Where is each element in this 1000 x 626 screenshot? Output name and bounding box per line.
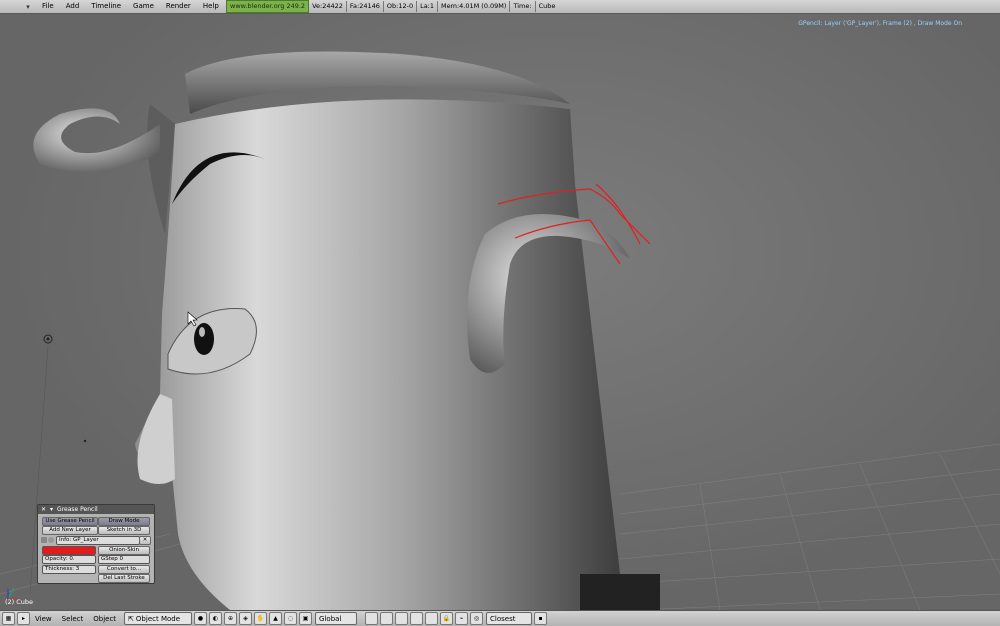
memory-usage: Mem:4.01M (0.09M) xyxy=(438,1,511,12)
lock-icon[interactable] xyxy=(41,537,47,543)
lamp-count: La:1 xyxy=(417,1,439,12)
window-type-icon[interactable]: ▾ xyxy=(22,0,34,13)
pivot-center-icon[interactable]: ◈ xyxy=(239,612,253,625)
shading-icon[interactable]: ◐ xyxy=(209,612,223,625)
info-strip: www.blender.org 249.2 Ve:24422 Fa:24146 … xyxy=(226,0,558,13)
menu-view[interactable]: View xyxy=(30,615,57,623)
layer-buttons xyxy=(363,612,439,625)
del-last-stroke-button[interactable]: Del Last Stroke xyxy=(98,574,150,583)
left-horn xyxy=(33,108,161,172)
mode-selector[interactable]: ⇱ Object Mode xyxy=(124,612,193,625)
3d-view-header: ▦ ▸ View Select Object ⇱ Object Mode ● ◐… xyxy=(0,610,1000,626)
object-count: Ob:12-0 xyxy=(384,1,418,12)
grease-pencil-status: GPencil: Layer ('GP_Layer'), Frame (2) ,… xyxy=(798,20,962,27)
onion-skin-toggle[interactable]: Onion-Skin xyxy=(98,546,150,555)
snap-mode-selector[interactable]: Closest xyxy=(486,612,533,625)
menu-game[interactable]: Game xyxy=(127,0,160,13)
object-mode-icon: ⇱ xyxy=(128,614,134,623)
scale-icon[interactable]: ▣ xyxy=(299,612,313,625)
layer-3-button[interactable] xyxy=(395,612,409,625)
menu-render[interactable]: Render xyxy=(160,0,197,13)
eye-pupil xyxy=(194,323,214,355)
sketch-in-3d-toggle[interactable]: Sketch in 3D xyxy=(98,526,150,535)
time-label: Time: xyxy=(510,1,536,12)
layer-info-field[interactable]: Info: GP_Layer xyxy=(56,536,140,545)
render-preview-icon[interactable]: ▪ xyxy=(534,612,548,625)
proportional-edit-icon[interactable]: ◎ xyxy=(470,612,484,625)
rotate-icon[interactable]: ◌ xyxy=(284,612,298,625)
translate-icon[interactable]: ▲ xyxy=(269,612,283,625)
orientation-value: Global xyxy=(319,614,342,623)
opacity-slider[interactable]: Opacity: 0. xyxy=(42,555,96,564)
draw-type-icon[interactable]: ● xyxy=(194,612,208,625)
layer-5-button[interactable] xyxy=(425,612,439,625)
close-icon[interactable]: ✕ xyxy=(41,505,46,514)
top-menu-bar: ▾ File Add Timeline Game Render Help www… xyxy=(0,0,1000,14)
3d-viewport[interactable]: GPencil: Layer ('GP_Layer'), Frame (2) ,… xyxy=(0,14,1000,610)
snap-mode-value: Closest xyxy=(490,614,516,623)
layer-1-button[interactable] xyxy=(365,612,379,625)
orientation-selector[interactable]: Global xyxy=(315,612,358,625)
blender-url[interactable]: www.blender.org 249.2 xyxy=(226,0,310,13)
manipulator-toggle-icon[interactable]: ✋ xyxy=(254,612,268,625)
active-object-label: (2) Cube xyxy=(5,598,34,606)
delete-layer-icon[interactable]: ✕ xyxy=(139,536,151,545)
menu-object[interactable]: Object xyxy=(88,615,121,623)
collapse-icon[interactable]: ▾ xyxy=(50,505,53,514)
nose xyxy=(137,394,175,484)
lock-layers-icon[interactable]: 🔒 xyxy=(440,612,454,625)
add-new-layer-button[interactable]: Add New Layer xyxy=(42,526,98,535)
face-count: Fa:24146 xyxy=(347,1,384,12)
active-object-name: Cube xyxy=(538,2,556,10)
character-base xyxy=(580,574,660,610)
layer-4-button[interactable] xyxy=(410,612,424,625)
mode-value: Object Mode xyxy=(135,614,181,623)
eye-icon[interactable] xyxy=(48,537,54,543)
convert-to-button[interactable]: Convert to... xyxy=(98,565,150,574)
panel-header[interactable]: ✕ ▾ Grease Pencil xyxy=(38,505,154,514)
grease-pencil-panel: ✕ ▾ Grease Pencil Use Grease Pencil Draw… xyxy=(37,504,155,584)
menu-help[interactable]: Help xyxy=(197,0,225,13)
snap-toggle-icon[interactable]: ⌁ xyxy=(455,612,469,625)
vertex-count: Ve:24422 xyxy=(309,1,347,12)
collapse-menu-icon[interactable]: ▸ xyxy=(17,612,30,625)
use-grease-pencil-toggle[interactable]: Use Grease Pencil xyxy=(42,517,98,526)
editor-type-icon[interactable]: ▦ xyxy=(2,612,15,625)
gstep-field[interactable]: GStep 0 xyxy=(98,555,150,564)
menu-select[interactable]: Select xyxy=(57,615,89,623)
thickness-slider[interactable]: Thickness: 3 xyxy=(42,565,96,574)
menu-timeline[interactable]: Timeline xyxy=(85,0,127,13)
pivot-icon[interactable]: ⊕ xyxy=(224,612,238,625)
main-menu: File Add Timeline Game Render Help xyxy=(36,0,225,13)
stroke-color-swatch[interactable] xyxy=(42,546,96,555)
layer-2-button[interactable] xyxy=(380,612,394,625)
draw-mode-toggle[interactable]: Draw Mode xyxy=(98,517,150,526)
panel-title: Grease Pencil xyxy=(57,506,98,513)
menu-file[interactable]: File xyxy=(36,0,60,13)
menu-add[interactable]: Add xyxy=(60,0,86,13)
